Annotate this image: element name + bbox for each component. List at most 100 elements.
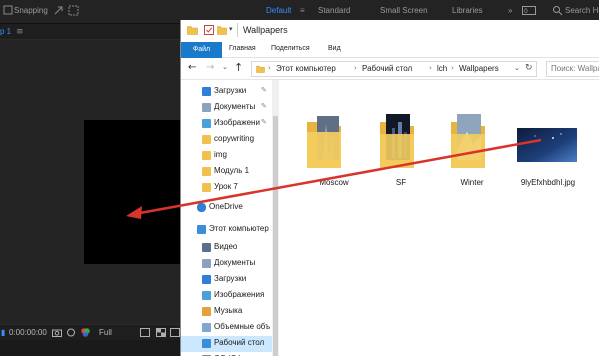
tab-file[interactable]: Файл [181,42,222,58]
composition-canvas[interactable] [84,120,180,264]
screen: Snapping Default ≡ Standard Small Screen… [0,0,599,356]
nav-item-label: OneDrive [209,202,243,211]
mask-path-icon[interactable] [170,328,180,337]
file-item-moscow[interactable]: Moscow [299,110,369,190]
region-of-interest-icon[interactable]: ▮ [1,328,5,337]
workspace-default[interactable]: Default [266,6,291,15]
tab-share[interactable]: Поделиться [271,45,310,52]
sync-settings-icon[interactable]: 0 [522,5,536,16]
nav-item[interactable]: Загрузки ✎ [181,84,272,100]
resolution-dropdown[interactable]: Full [99,328,112,337]
workspace-standard[interactable]: Standard [318,6,350,15]
new-folder-quick-icon[interactable] [217,25,227,35]
recent-locations-icon[interactable]: ⌄ [222,63,228,71]
breadcrumb-separator[interactable]: › [429,64,432,72]
file-item-jpg[interactable]: 9lyEfxhbdhl.jpg [513,110,583,190]
composition-panel-tabs: p 1 ≡ [0,24,180,40]
grid-snap-icon[interactable] [68,5,79,16]
pin-icon: ✎ [261,86,267,94]
downloads-icon [202,87,211,96]
nav-item[interactable]: OS (C:) [181,352,272,356]
nav-item[interactable]: copywriting [181,132,272,148]
search-help-input[interactable]: Search He [565,6,599,15]
search-placeholder: Поиск: Wallpa [551,64,599,73]
nav-item[interactable]: Модуль 1 [181,164,272,180]
address-dropdown-icon[interactable]: ⌄ [514,64,520,72]
nav-scrollbar[interactable] [272,80,279,356]
forward-arrow-icon[interactable]: → [206,62,214,73]
nav-item[interactable]: Этот компьютер [181,222,272,238]
breadcrumb-lch[interactable]: lch [437,64,447,73]
nav-item[interactable]: Рабочий стол [181,336,272,352]
folder-icon [202,183,211,192]
customize-qat-icon[interactable]: ▾ [229,25,233,33]
fast-preview-icon[interactable] [140,328,150,337]
breadcrumb-separator[interactable]: › [451,64,454,72]
file-item-sf[interactable]: SF [366,110,436,190]
properties-quick-icon[interactable] [204,25,214,35]
nav-item-label: Рабочий стол [214,338,265,347]
up-arrow-icon[interactable]: ↑ [234,61,243,74]
onedrive-icon [197,203,206,212]
nav-item[interactable]: Изображени ✎ [181,116,272,132]
back-arrow-icon[interactable]: ← [188,62,196,73]
search-help-icon[interactable] [552,5,563,16]
file-item-winter[interactable]: Winter [437,110,507,190]
folder-thumbnail-icon [451,114,485,168]
documents-icon [202,103,211,112]
nav-item[interactable]: Изображения [181,288,272,304]
snapshot-camera-icon[interactable] [52,328,62,337]
transparency-grid-icon[interactable] [156,328,166,337]
snap-arrows-icon[interactable] [53,5,64,16]
workspace-default-menu-icon[interactable]: ≡ [300,6,305,15]
nav-item[interactable]: Документы ✎ [181,100,272,116]
snapping-checkbox-icon[interactable] [3,5,14,16]
nav-scrollbar-thumb[interactable] [273,116,278,356]
show-channel-icon[interactable] [80,327,91,338]
breadcrumb-desktop[interactable]: Рабочий стол [362,64,412,73]
music-icon [202,307,211,316]
nav-item-label: Музыка [214,306,243,315]
pin-icon: ✎ [261,102,267,110]
workspace-libraries[interactable]: Libraries [452,6,483,15]
breadcrumb-separator[interactable]: › [268,64,271,72]
nav-item-label: Урок 7 [214,182,238,191]
composition-tab[interactable]: p 1 [0,27,11,36]
breadcrumb-wallpapers[interactable]: Wallpapers [459,64,499,73]
tab-home[interactable]: Главная [229,45,256,52]
nav-item-label: Документы [214,258,256,267]
nav-item-label: Загрузки [214,274,247,283]
nav-item[interactable]: img [181,148,272,164]
nav-item[interactable]: Объемные объ [181,320,272,336]
current-time[interactable]: 0:00:00:00 [9,328,47,337]
tab-view[interactable]: Вид [328,45,341,52]
breadcrumb-separator[interactable]: › [354,64,357,72]
panel-menu-icon[interactable]: ≡ [16,27,24,37]
nav-item[interactable]: Загрузки [181,272,272,288]
navigation-pane: Загрузки ✎ Документы ✎ Изображени ✎ copywritin… [181,80,279,356]
explorer-titlebar: ▾ Wallpapers [181,20,599,42]
title-divider [237,23,238,37]
address-folder-icon [256,65,265,73]
folder-title-icon [187,26,198,35]
breadcrumb-this-pc[interactable]: Этот компьютер [276,64,336,73]
nav-item[interactable]: Музыка [181,304,272,320]
image-thumbnail-icon [517,128,577,162]
nav-item[interactable]: OneDrive [181,200,272,216]
navigation-bar: ← → ⌄ ↑ › Этот компьютер › Рабочий стол … [181,58,599,80]
nav-item[interactable]: Урок 7 [181,180,272,196]
search-box[interactable]: Поиск: Wallpa [546,61,599,77]
nav-item[interactable]: Документы [181,256,272,272]
nav-item[interactable]: Видео [181,240,272,256]
folder-icon [202,167,211,176]
file-list-view: Moscow SF Winter 9lyEfxhbdhl.jpg [279,80,599,356]
3d-objects-icon [202,323,211,332]
show-snapshot-icon[interactable] [66,328,76,337]
refresh-icon[interactable]: ↻ [525,63,533,73]
snapping-label[interactable]: Snapping [14,6,48,15]
nav-item-label: Объемные объ [214,322,271,331]
pictures-icon [202,119,211,128]
address-bar[interactable]: › Этот компьютер › Рабочий стол › lch › … [251,61,537,77]
more-workspaces-icon[interactable]: » [508,6,512,15]
workspace-small-screen[interactable]: Small Screen [380,6,428,15]
